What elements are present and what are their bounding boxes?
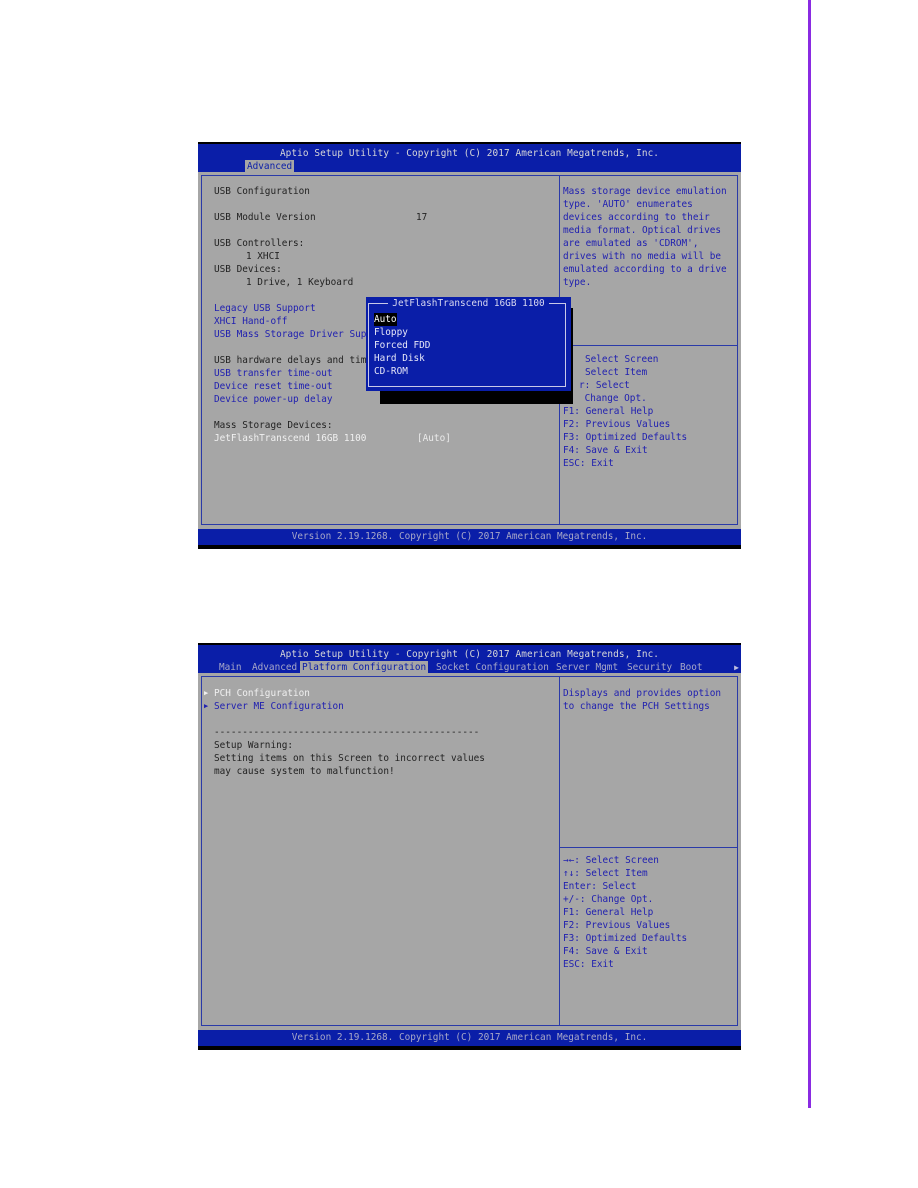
tab-scroll-right-icon[interactable]: ▶: [734, 661, 739, 674]
help-line: are emulated as 'CDROM',: [563, 238, 699, 249]
popup-option-cd-rom[interactable]: CD-ROM: [374, 365, 408, 378]
footer-version: Version 2.19.1268. Copyright (C) 2017 Am…: [291, 1032, 648, 1043]
mass-storage-device-name[interactable]: JetFlashTranscend 16GB 1100: [214, 432, 366, 445]
tab-bar: Main Advanced Platform Configuration Soc…: [198, 661, 741, 674]
key-f4: F4: Save & Exit: [563, 946, 648, 957]
popup-option-forced-fdd[interactable]: Forced FDD: [374, 339, 430, 352]
key-select-item: ↑↓: Select Item: [563, 868, 648, 879]
tab-advanced[interactable]: Advanced: [250, 661, 299, 674]
usb-transfer-timeout-item[interactable]: USB transfer time-out: [214, 367, 333, 380]
help-line: type.: [563, 277, 592, 288]
page-margin-line: [808, 0, 811, 1108]
popup-option-hard-disk[interactable]: Hard Disk: [374, 352, 425, 365]
usb-hardware-delays-label: USB hardware delays and time: [214, 355, 373, 366]
bios-screen-platform-configuration: Aptio Setup Utility - Copyright (C) 2017…: [198, 643, 741, 1050]
help-line: to change the PCH Settings: [563, 701, 710, 712]
key-change-opt: +/-: Change Opt.: [563, 894, 654, 905]
submenu-arrow-icon: ▶: [204, 689, 209, 697]
xhci-hand-off-item[interactable]: XHCI Hand-off: [214, 315, 287, 328]
option-popup: JetFlashTranscend 16GB 1100 Auto Floppy …: [366, 297, 571, 391]
bios-screen-usb-configuration: Aptio Setup Utility - Copyright (C) 2017…: [198, 142, 741, 549]
help-line: Displays and provides option: [563, 688, 722, 699]
key-f2: F2: Previous Values: [563, 419, 671, 430]
usb-module-version-value: 17: [416, 212, 428, 223]
submenu-arrow-icon: ▶: [204, 702, 209, 710]
usb-mass-storage-driver-item[interactable]: USB Mass Storage Driver Supp: [214, 328, 372, 341]
tab-advanced[interactable]: Advanced: [245, 160, 295, 173]
help-line: devices according to their: [563, 212, 710, 223]
panel-divider: [559, 677, 560, 1025]
mass-storage-device-value[interactable]: [Auto]: [417, 432, 451, 445]
mass-storage-devices-label: Mass Storage Devices:: [214, 420, 333, 431]
help-line: media format. Optical drives: [563, 225, 722, 236]
key-change-opt: Change Opt.: [579, 393, 647, 404]
setup-warning-line: may cause system to malfunction!: [214, 766, 395, 777]
key-enter-select: r: Select: [579, 380, 630, 391]
tab-security[interactable]: Security: [625, 661, 674, 674]
pch-configuration-item[interactable]: PCH Configuration: [214, 687, 310, 700]
header-title: Aptio Setup Utility - Copyright (C) 2017…: [279, 148, 660, 159]
device-reset-timeout-item[interactable]: Device reset time-out: [214, 380, 333, 393]
bios-footer: Version 2.19.1268. Copyright (C) 2017 Am…: [198, 529, 741, 549]
popup-title: JetFlashTranscend 16GB 1100: [366, 297, 571, 310]
key-esc: ESC: Exit: [563, 959, 614, 970]
usb-controllers-label: USB Controllers:: [214, 238, 305, 249]
key-select-screen: →←: Select Screen: [563, 855, 659, 866]
popup-option-floppy[interactable]: Floppy: [374, 326, 408, 339]
popup-option-auto[interactable]: Auto: [374, 313, 397, 326]
key-enter-select: Enter: Select: [563, 881, 637, 892]
usb-devices-value: 1 Drive, 1 Keyboard: [246, 277, 354, 288]
tab-socket-configuration[interactable]: Socket Configuration: [434, 661, 551, 674]
setup-warning-line: Setting items on this Screen to incorrec…: [214, 753, 485, 764]
device-power-up-delay-item[interactable]: Device power-up delay: [214, 393, 333, 406]
help-divider: [560, 847, 738, 848]
main-panel: ▶ PCH Configuration ▶ Server ME Configur…: [201, 676, 738, 1026]
key-f1: F1: General Help: [563, 406, 654, 417]
usb-controllers-value: 1 XHCI: [246, 251, 280, 262]
separator-line: ----------------------------------------…: [214, 727, 480, 738]
header-title: Aptio Setup Utility - Copyright (C) 2017…: [279, 649, 660, 660]
bios-header: Aptio Setup Utility - Copyright (C) 2017…: [198, 142, 741, 173]
help-line: Mass storage device emulation: [563, 186, 727, 197]
server-me-configuration-item[interactable]: Server ME Configuration: [214, 700, 344, 713]
usb-devices-label: USB Devices:: [214, 264, 282, 275]
bios-footer: Version 2.19.1268. Copyright (C) 2017 Am…: [198, 1030, 741, 1050]
help-divider: [560, 345, 738, 346]
tab-server-mgmt[interactable]: Server Mgmt: [554, 661, 620, 674]
setup-warning-title: Setup Warning:: [214, 740, 294, 751]
bios-header: Aptio Setup Utility - Copyright (C) 2017…: [198, 643, 741, 674]
footer-version: Version 2.19.1268. Copyright (C) 2017 Am…: [291, 531, 648, 542]
key-f3: F3: Optimized Defaults: [563, 933, 688, 944]
key-esc: ESC: Exit: [563, 458, 614, 469]
tab-boot[interactable]: Boot: [678, 661, 705, 674]
help-line: drives with no media will be: [563, 251, 722, 262]
legacy-usb-support-item[interactable]: Legacy USB Support: [214, 302, 316, 315]
tab-bar: Advanced: [198, 160, 741, 173]
key-f1: F1: General Help: [563, 907, 654, 918]
key-f4: F4: Save & Exit: [563, 445, 648, 456]
key-f3: F3: Optimized Defaults: [563, 432, 688, 443]
key-f2: F2: Previous Values: [563, 920, 671, 931]
key-select-item: Select Item: [585, 367, 648, 378]
usb-module-version-label: USB Module Version: [214, 212, 316, 223]
help-line: emulated according to a drive: [563, 264, 727, 275]
help-line: type. 'AUTO' enumerates: [563, 199, 693, 210]
usb-configuration-heading: USB Configuration: [214, 186, 310, 197]
key-select-screen: Select Screen: [585, 354, 659, 365]
tab-main[interactable]: Main: [217, 661, 244, 674]
tab-platform-configuration[interactable]: Platform Configuration: [300, 661, 429, 674]
